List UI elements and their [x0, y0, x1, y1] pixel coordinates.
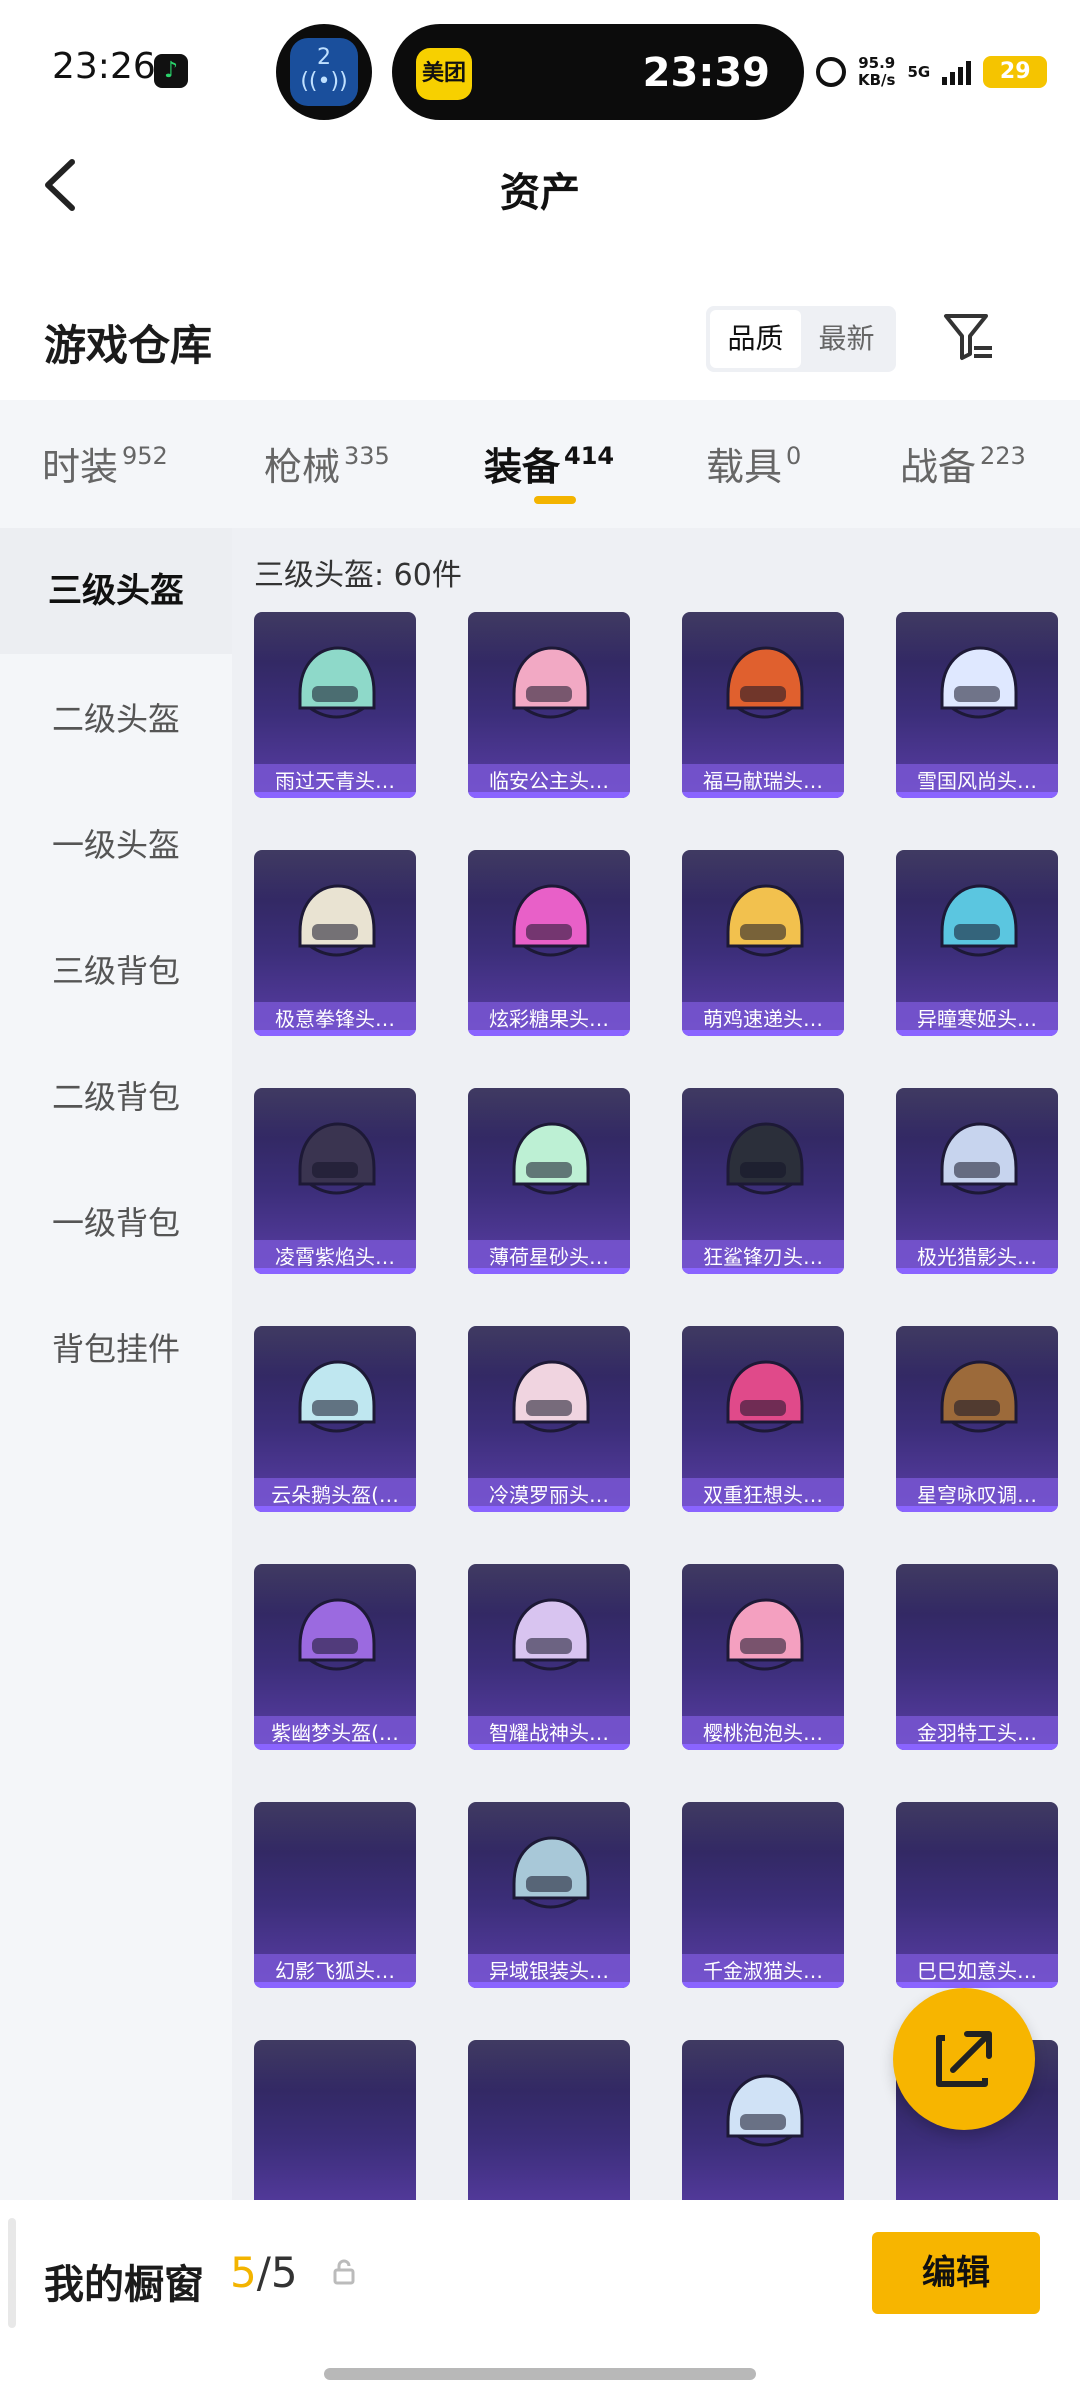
helmet-icon: [726, 646, 804, 719]
helmet-card[interactable]: [468, 2040, 630, 2200]
helmet-card[interactable]: 福马献瑞头…: [682, 612, 844, 798]
helmet-card[interactable]: 冷漠罗丽头…: [468, 1326, 630, 1512]
repo-title: 游戏仓库: [44, 321, 213, 370]
helmet-card[interactable]: 千金淑猫头…: [682, 1802, 844, 1988]
helmet-icon: [940, 1122, 1018, 1195]
sidebar-item-level2-helmet[interactable]: 二级头盔: [0, 694, 232, 744]
sidebar-item-level3-backpack[interactable]: 三级背包: [0, 946, 232, 996]
helmet-icon: [726, 1122, 804, 1195]
helmet-card[interactable]: 薄荷星砂头…: [468, 1088, 630, 1274]
helmet-card[interactable]: 紫幽梦头盔(…: [254, 1564, 416, 1750]
helmet-icon: [940, 884, 1018, 957]
status-bar: 23:26 ♪ 2 ((•)) 美团 23:39 95.9 KB/s 5G 29: [0, 0, 1080, 140]
helmet-card[interactable]: 樱桃泡泡头…: [682, 1564, 844, 1750]
active-tab-indicator: [534, 496, 576, 504]
helmet-card[interactable]: 极光猎影头…: [896, 1088, 1058, 1274]
helmet-card[interactable]: 星穹咏叹调…: [896, 1326, 1058, 1512]
helmet-card[interactable]: 萌鸡速递头…: [682, 850, 844, 1036]
helmet-card[interactable]: [682, 2040, 844, 2200]
share-icon: [936, 2031, 992, 2087]
sidebar-item-level1-helmet[interactable]: 一级头盔: [0, 820, 232, 870]
sidebar-item-level2-backpack[interactable]: 二级背包: [0, 1072, 232, 1122]
helmet-card[interactable]: 金羽特工头…: [896, 1564, 1058, 1750]
grid-heading: 三级头盔: 60件: [254, 558, 462, 593]
helmet-icon: [726, 1598, 804, 1671]
helmet-icon: [512, 1836, 590, 1909]
filter-icon[interactable]: [942, 310, 996, 366]
helmet-card[interactable]: 异瞳寒姬头…: [896, 850, 1058, 1036]
showcase-title: 我的橱窗: [44, 2262, 204, 2308]
island-app-badge: 美团: [416, 48, 472, 100]
helmet-icon: [298, 884, 376, 957]
helmet-icon: [512, 646, 590, 719]
helmet-card[interactable]: 巳巳如意头…: [896, 1802, 1058, 1988]
helmet-card[interactable]: 炫彩糖果头…: [468, 850, 630, 1036]
alarm-icon: [816, 57, 846, 87]
category-sidebar: 三级头盔 二级头盔 一级头盔 三级背包 二级背包 一级背包 背包挂件: [0, 528, 232, 2200]
helmet-icon: [512, 1360, 590, 1433]
helmet-icon: [298, 1598, 376, 1671]
tab-fashion[interactable]: 时装 952: [42, 436, 168, 491]
tab-supplies[interactable]: 战备 223: [900, 436, 1026, 491]
helmet-card[interactable]: 雨过天青头…: [254, 612, 416, 798]
status-indicators: 95.9 KB/s 5G 29: [816, 52, 1048, 92]
helmet-icon: [726, 1360, 804, 1433]
helmet-card[interactable]: 双重狂想头…: [682, 1326, 844, 1512]
status-time: 23:26: [52, 46, 156, 87]
edit-button[interactable]: 编辑: [872, 2232, 1040, 2314]
helmet-card[interactable]: 凌霄紫焰头…: [254, 1088, 416, 1274]
lock-icon: [332, 2258, 356, 2286]
helmet-card[interactable]: [254, 2040, 416, 2200]
helmet-card[interactable]: 幻影飞狐头…: [254, 1802, 416, 1988]
helmet-card[interactable]: 临安公主头…: [468, 612, 630, 798]
sidebar-item-backpack-charm[interactable]: 背包挂件: [0, 1324, 232, 1374]
helmet-icon: [512, 884, 590, 957]
helmet-icon: [298, 1122, 376, 1195]
helmet-icon: [940, 1360, 1018, 1433]
helmet-card[interactable]: 极意拳锋头…: [254, 850, 416, 1036]
sort-by-quality[interactable]: 品质: [710, 310, 801, 368]
cast-indicator: 2 ((•)): [276, 24, 372, 120]
sidebar-item-level3-helmet[interactable]: 三级头盔: [0, 528, 232, 654]
helmet-icon: [512, 1122, 590, 1195]
island-time: 23:39: [642, 50, 770, 96]
tab-equipment[interactable]: 装备 414: [484, 436, 614, 491]
helmet-card[interactable]: 雪国风尚头…: [896, 612, 1058, 798]
network-speed: 95.9 KB/s: [858, 54, 896, 89]
network-type: 5G: [907, 62, 931, 81]
signal-icon: [942, 59, 972, 85]
bottom-bar-edge: [8, 2218, 16, 2328]
music-app-icon: ♪: [154, 54, 188, 88]
helmet-icon: [726, 884, 804, 957]
sort-toggle[interactable]: 品质 最新: [706, 306, 896, 372]
showcase-count: 5/5: [230, 2248, 298, 2297]
helmet-card[interactable]: 狂鲨锋刃头…: [682, 1088, 844, 1274]
sort-by-newest[interactable]: 最新: [801, 310, 892, 368]
helmet-card[interactable]: 异域银装头…: [468, 1802, 630, 1988]
helmet-icon: [940, 646, 1018, 719]
battery-icon: 29: [983, 56, 1048, 88]
helmet-icon: [512, 1598, 590, 1671]
dynamic-island[interactable]: 美团 23:39: [392, 24, 804, 120]
helmet-card[interactable]: 云朵鹅头盔(…: [254, 1326, 416, 1512]
helmet-icon: [298, 646, 376, 719]
tab-vehicles[interactable]: 载具 0: [706, 436, 801, 491]
home-indicator: [324, 2368, 756, 2380]
helmet-icon: [726, 2074, 804, 2147]
helmet-icon: [298, 1360, 376, 1433]
cast-badge: 2: [317, 45, 331, 70]
helmet-card[interactable]: 智耀战神头…: [468, 1564, 630, 1750]
item-grid: 三级头盔: 60件 雨过天青头… 临安公主头… 福马献瑞头… 雪国风尚头… 极意拳锋头……: [232, 528, 1080, 2200]
category-tabs: 时装 952 枪械 335 装备 414 载具 0 战备 223: [0, 400, 1080, 528]
share-fab-button[interactable]: [893, 1988, 1035, 2130]
tab-weapons[interactable]: 枪械 335: [264, 436, 390, 491]
page-title: 资产: [500, 170, 580, 216]
sidebar-item-level1-backpack[interactable]: 一级背包: [0, 1198, 232, 1248]
